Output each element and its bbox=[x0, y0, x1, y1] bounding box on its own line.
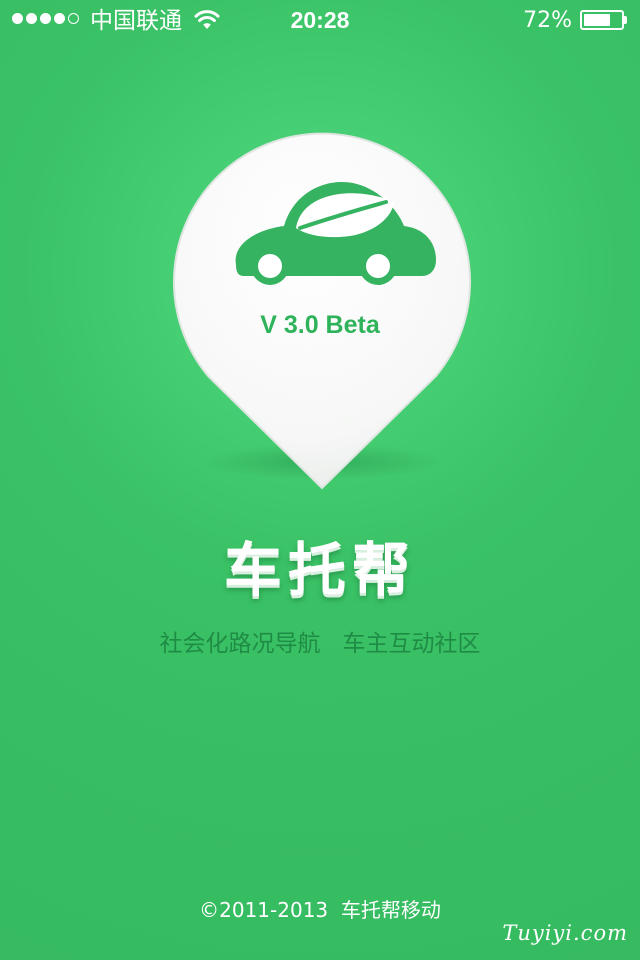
battery-level-fill bbox=[584, 14, 610, 26]
map-pin-icon bbox=[173, 132, 471, 490]
watermark-text: Tuyiyi.com bbox=[502, 921, 628, 945]
battery-percentage: 72% bbox=[523, 8, 572, 33]
status-bar: 中国联通 20:28 72% bbox=[0, 0, 640, 40]
battery-tip bbox=[624, 16, 627, 24]
version-label: V 3.0 Beta bbox=[260, 311, 380, 339]
battery-icon bbox=[580, 10, 624, 30]
app-name: 车托帮 bbox=[223, 536, 416, 604]
app-tagline: 社会化路况导航 车主互动社区 bbox=[159, 631, 481, 657]
